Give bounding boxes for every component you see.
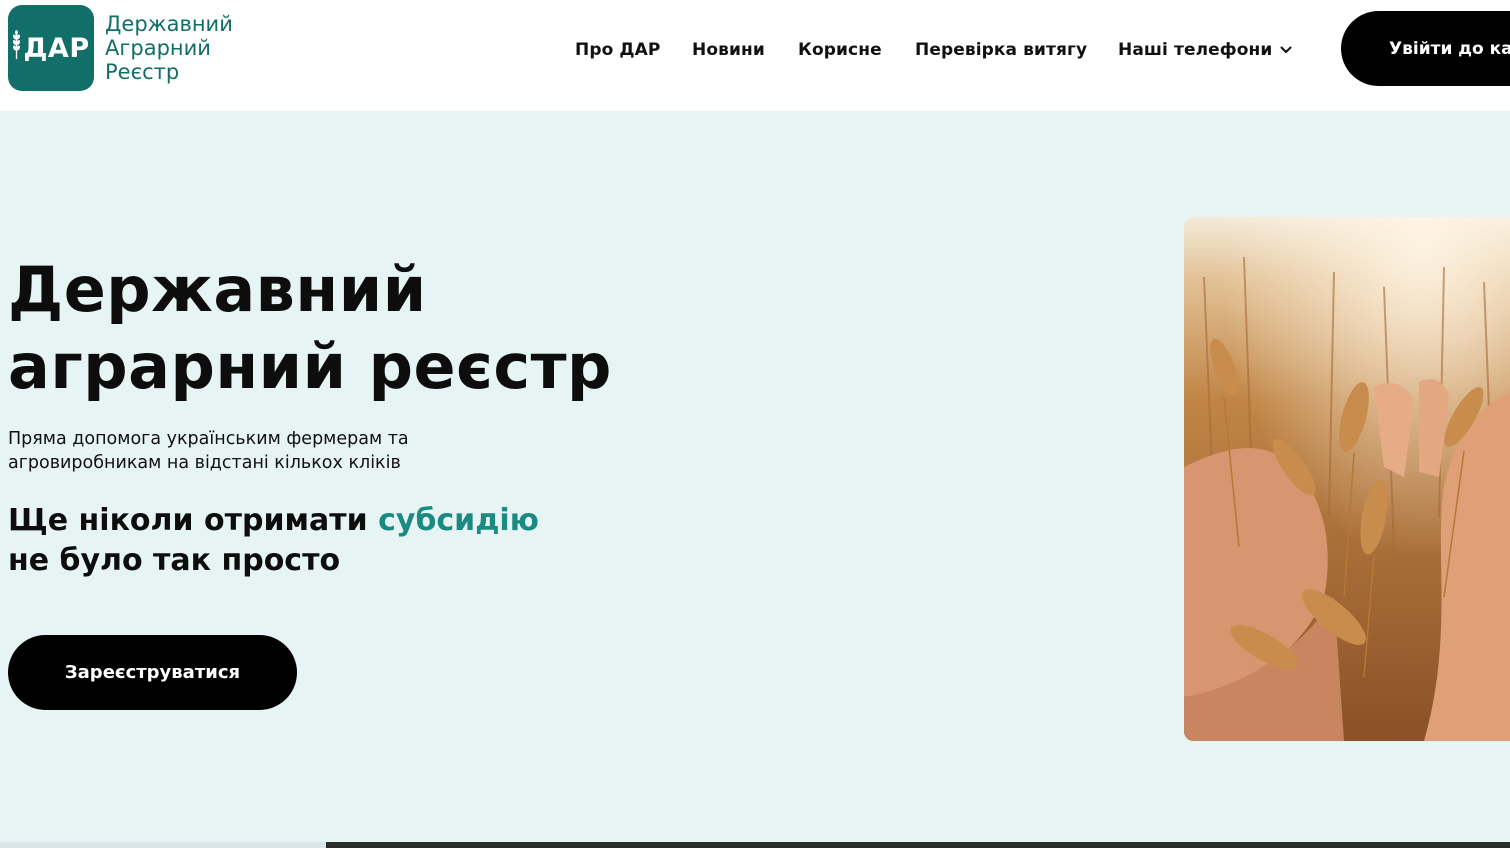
- hero-title: Державний аграрний реєстр: [8, 251, 708, 405]
- nav-item-about[interactable]: Про ДАР: [575, 37, 660, 63]
- hero-section: Державний аграрний реєстр Пряма допомога…: [0, 111, 1510, 842]
- logo-name-line: Реєстр: [105, 60, 180, 84]
- nav-item-useful[interactable]: Корисне: [798, 37, 882, 63]
- hero-slogan-after: не було так просто: [8, 543, 341, 578]
- page: ДАР Державний Аграрний Реєстр Про ДАР Но…: [0, 0, 1510, 848]
- nav-item-phones-label: Наші телефони: [1118, 40, 1273, 60]
- site-logo[interactable]: ДАР Державний Аграрний Реєстр: [8, 5, 233, 91]
- hero-subtitle: Пряма допомога українським фермерам та а…: [8, 429, 409, 473]
- logo-badge-text: ДАР: [23, 32, 90, 64]
- hero-title-line: Державний: [8, 253, 427, 326]
- logo-name: Державний Аграрний Реєстр: [105, 12, 233, 84]
- logo-name-line: Державний: [105, 12, 233, 36]
- bottom-strip-dark: [326, 842, 1510, 848]
- wheat-field-hands-photo: [1184, 217, 1510, 741]
- hero-title-line: аграрний реєстр: [8, 330, 612, 403]
- site-header: ДАР Державний Аграрний Реєстр Про ДАР Но…: [0, 0, 1510, 111]
- chevron-down-icon: [1280, 36, 1292, 62]
- login-button[interactable]: Увійти до кабінету: [1341, 11, 1510, 86]
- nav-item-news[interactable]: Новини: [692, 37, 765, 63]
- hero-slogan-before: Ще ніколи отримати: [8, 503, 368, 538]
- register-button[interactable]: Зареєструватися: [8, 635, 297, 710]
- hero-slogan-accent: субсидію: [378, 503, 539, 538]
- wheat-icon: [12, 29, 21, 67]
- logo-name-line: Аграрний: [105, 36, 211, 60]
- bottom-strip-light: [0, 842, 326, 848]
- nav-item-phones[interactable]: Наші телефони: [1118, 37, 1292, 63]
- nav-item-extract-check[interactable]: Перевірка витягу: [915, 37, 1087, 63]
- hero-slogan: Ще ніколи отримати субсидію не було так …: [8, 501, 539, 581]
- bottom-strip: [0, 842, 1510, 848]
- logo-badge: ДАР: [8, 5, 94, 91]
